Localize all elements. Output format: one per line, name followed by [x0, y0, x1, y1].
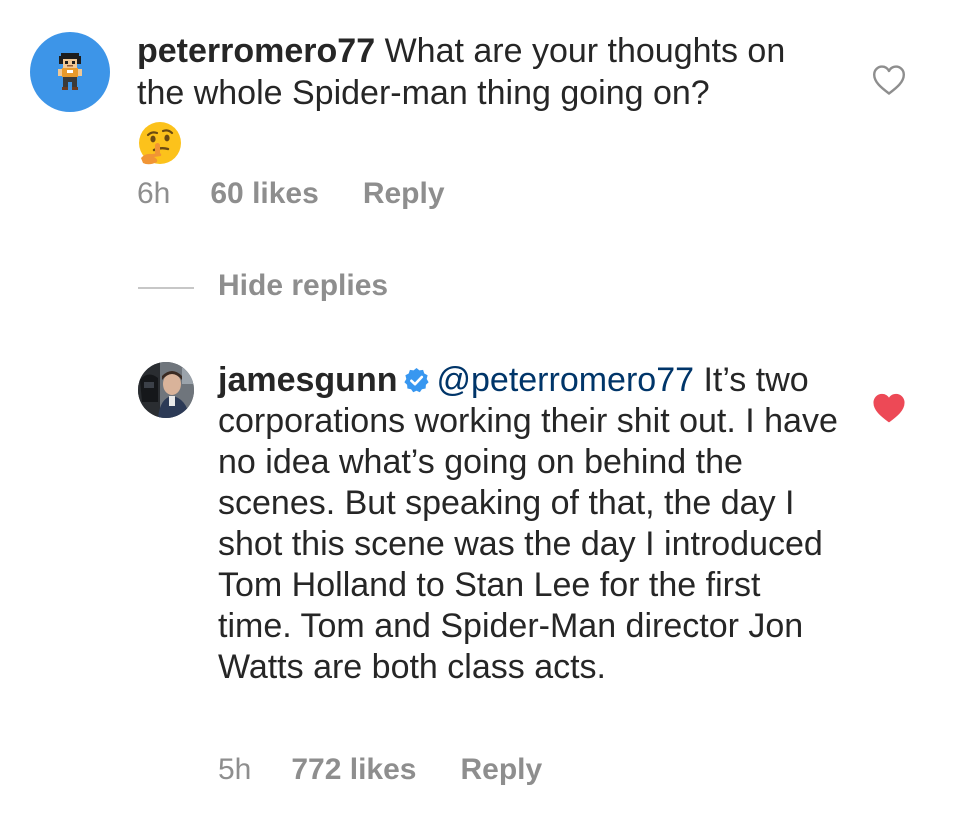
comment-timestamp: 6h: [137, 177, 171, 210]
verified-badge-icon: [403, 363, 430, 393]
reply-timestamp: 5h: [218, 753, 252, 786]
heart-filled-icon[interactable]: [872, 392, 906, 424]
reply-body: jamesgunn @peterromero77 It’s two corpor…: [218, 360, 838, 688]
heart-outline-icon[interactable]: [872, 64, 906, 96]
thinking-face-emoji-icon: [137, 120, 183, 166]
avatar[interactable]: [138, 362, 194, 418]
reply-text: It’s two corporations working their shit…: [218, 361, 838, 686]
pixel-character-avatar-image: [58, 53, 82, 90]
comment-likes-count[interactable]: 60 likes: [210, 177, 318, 210]
mention-link[interactable]: @peterromero77: [436, 361, 694, 399]
reply-button[interactable]: Reply: [363, 177, 445, 210]
comment-body: peterromero77 What are your thoughts on …: [137, 30, 837, 166]
reply-button[interactable]: Reply: [461, 753, 543, 786]
comment-meta: 6h 60 likes Reply: [137, 176, 445, 212]
profile-photo-image: [138, 362, 194, 418]
avatar[interactable]: [30, 32, 110, 112]
divider-line: [138, 287, 194, 289]
hide-replies-button[interactable]: Hide replies: [218, 268, 388, 304]
reply-meta: 5h 772 likes Reply: [218, 752, 542, 788]
comment-username[interactable]: peterromero77: [137, 32, 375, 70]
reply-username[interactable]: jamesgunn: [218, 361, 397, 399]
reply-likes-count[interactable]: 772 likes: [291, 753, 416, 786]
